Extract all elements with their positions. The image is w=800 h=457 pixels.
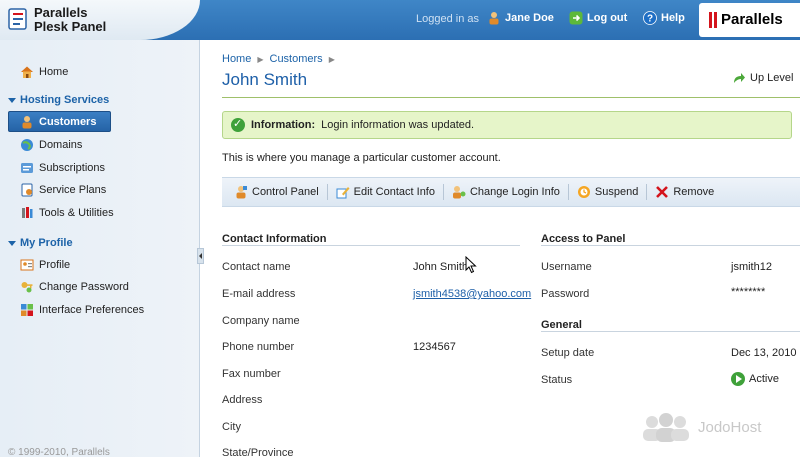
sidebar-item-interface-preferences[interactable]: Interface Preferences [20, 303, 144, 317]
change-login-info-button[interactable]: Change Login Info [450, 183, 568, 201]
sidebar-item-domains[interactable]: Domains [20, 138, 82, 152]
sidebar-item-change-password[interactable]: Change Password [20, 280, 129, 294]
mouse-cursor-icon [465, 256, 477, 274]
sidebar-item-customers[interactable]: Customers [8, 111, 111, 132]
toolbar-separator [646, 184, 648, 200]
change-login-icon [452, 186, 466, 199]
toolbar-separator [442, 184, 444, 200]
general-section-divider [541, 331, 800, 332]
people-icon [643, 413, 689, 442]
user-name-link[interactable]: Jane Doe [487, 11, 554, 25]
parallels-brand[interactable]: Parallels [699, 3, 800, 37]
setup-date-label: Setup date [541, 347, 595, 359]
email-address-label: E-mail address [222, 288, 296, 300]
remove-icon [656, 186, 669, 198]
help-icon: ? [643, 11, 657, 25]
collapse-arrow-icon [8, 97, 16, 103]
user-icon [489, 12, 499, 25]
profile-icon [20, 259, 34, 271]
username-label: Username [541, 261, 592, 273]
breadcrumb-customers[interactable]: Customers [270, 53, 323, 65]
tools-icon [22, 207, 33, 218]
sidebar-collapse-handle[interactable] [197, 248, 204, 264]
up-level-link[interactable]: Up Level [732, 71, 793, 85]
jodohost-watermark: JodoHost [640, 412, 761, 442]
password-label: Password [541, 288, 590, 300]
phone-number-label: Phone number [222, 341, 295, 353]
page-description: This is where you manage a particular cu… [222, 152, 501, 164]
contact-section-divider [222, 245, 520, 246]
setup-date-value: Dec 13, 2010 [731, 347, 797, 359]
contact-name-value: John Smith [413, 261, 469, 273]
status-value: Active [731, 372, 779, 386]
control-panel-icon [236, 186, 247, 199]
help-link[interactable]: ? Help [643, 11, 685, 25]
status-label: Status [541, 374, 573, 386]
logout-icon [569, 11, 583, 25]
sidebar-item-subscriptions[interactable]: Subscriptions [20, 161, 105, 175]
copyright-text: © 1999-2010, Parallels [8, 447, 110, 457]
information-text: Login information was updated. [321, 119, 475, 131]
sidebar-item-home[interactable]: Home [20, 65, 68, 79]
access-to-panel-title: Access to Panel [541, 233, 626, 245]
state-province-label: State/Province [222, 447, 294, 457]
logo[interactable]: Parallels Plesk Panel [0, 0, 200, 40]
svg-text:?: ? [647, 14, 653, 25]
sidebar-item-profile[interactable]: Profile [20, 258, 70, 272]
collapse-arrow-icon [8, 240, 16, 246]
contact-name-label: Contact name [222, 261, 291, 273]
fax-number-label: Fax number [222, 368, 281, 380]
address-label: Address [222, 394, 263, 406]
up-level-arrow-icon [734, 73, 745, 83]
remove-button[interactable]: Remove [653, 183, 722, 201]
key-icon [21, 282, 33, 293]
customer-toolbar: Control Panel Edit Contact Info Change L… [222, 177, 800, 207]
edit-contact-info-button[interactable]: Edit Contact Info [334, 183, 443, 201]
breadcrumb: Home ▶ Customers ▶ [222, 53, 335, 65]
suspend-icon [577, 186, 590, 198]
page-title: John Smith [222, 70, 308, 89]
active-status-icon [731, 372, 745, 386]
sidebar-item-tools-utilities[interactable]: Tools & Utilities [20, 206, 114, 220]
service-plans-icon [21, 183, 33, 197]
toolbar-separator [326, 184, 328, 200]
logo-text: Parallels Plesk Panel [34, 5, 107, 34]
email-address-link[interactable]: jsmith4538@yahoo.com [413, 288, 531, 300]
sidebar: Home Hosting Services Customers Domains … [0, 40, 200, 457]
home-icon [21, 66, 33, 78]
password-value: ******** [731, 286, 766, 298]
phone-number-value: 1234567 [413, 341, 456, 353]
top-header: Parallels Plesk Panel Logged in as Jane … [0, 0, 800, 40]
customers-icon [22, 115, 32, 128]
interface-preferences-icon [21, 304, 33, 316]
plesk-logo-icon [8, 8, 27, 30]
breadcrumb-separator-icon: ▶ [257, 54, 264, 64]
breadcrumb-home[interactable]: Home [222, 53, 251, 65]
contact-information-title: Contact Information [222, 233, 327, 245]
access-section-divider [541, 245, 800, 246]
sidebar-section-hosting[interactable]: Hosting Services [8, 94, 109, 106]
subscriptions-icon [21, 163, 33, 173]
logout-link[interactable]: Log out [569, 11, 627, 25]
city-label: City [222, 421, 241, 433]
general-title: General [541, 319, 582, 331]
logged-in-label: Logged in as [416, 13, 479, 25]
information-label: Information: [251, 119, 316, 131]
edit-icon [336, 187, 350, 199]
control-panel-button[interactable]: Control Panel [232, 183, 327, 201]
information-message: Information: Login information was updat… [222, 111, 792, 139]
plesk-panel-page: Parallels Plesk Panel Logged in as Jane … [0, 0, 800, 457]
suspend-button[interactable]: Suspend [575, 183, 646, 201]
company-name-label: Company name [222, 315, 300, 327]
username-value: jsmith12 [731, 261, 772, 273]
domains-icon [21, 139, 33, 151]
breadcrumb-separator-icon: ▶ [328, 54, 335, 64]
sidebar-item-service-plans[interactable]: Service Plans [20, 183, 106, 197]
check-icon [231, 117, 245, 132]
toolbar-separator [567, 184, 569, 200]
parallels-bars-icon [709, 12, 717, 28]
title-divider [222, 97, 800, 98]
sidebar-section-my-profile[interactable]: My Profile [8, 237, 73, 249]
